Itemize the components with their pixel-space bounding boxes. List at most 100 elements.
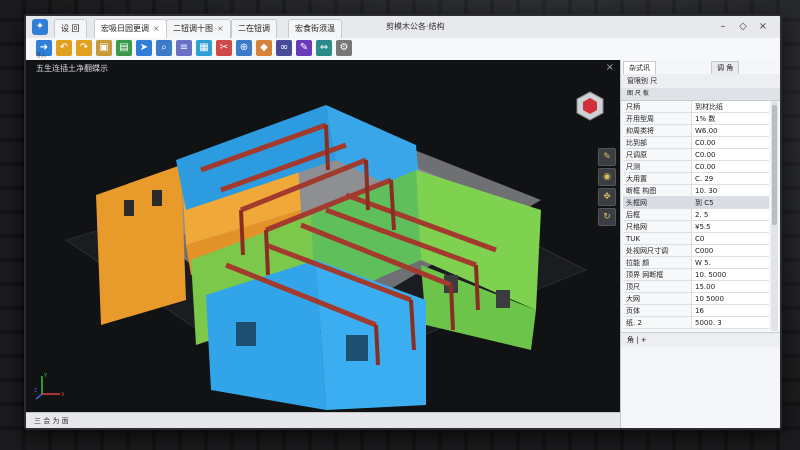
tab-view-3d[interactable]: 宏食街须温 [288, 19, 342, 38]
close-window-icon[interactable]: × [756, 20, 770, 34]
property-row[interactable]: 后框 2. 5 [623, 208, 769, 221]
zoom-icon[interactable]: ⊕ [236, 40, 252, 56]
tab-properties[interactable]: 杂式讯 [623, 61, 656, 74]
property-value[interactable]: W6.00 [691, 124, 769, 137]
wall-orange-left [96, 165, 186, 325]
property-row[interactable]: 头框网到 C5 [623, 196, 769, 209]
property-row[interactable]: 大网 10 5000 [623, 292, 769, 305]
minimize-icon[interactable]: – [716, 20, 730, 34]
property-key: 拉能 颜 [623, 256, 692, 269]
tab-view-section[interactable]: 二在钮调 [231, 19, 277, 38]
pan-icon[interactable]: ✥ [598, 188, 616, 206]
save-icon[interactable]: ▤ [116, 40, 132, 56]
property-value[interactable]: C000 [691, 244, 769, 257]
property-row[interactable]: TUK C0 [623, 232, 769, 245]
property-row[interactable]: 抑周类将 W6.00 [623, 124, 769, 137]
tab-label: 宏吸日园更调 [101, 24, 149, 33]
property-key: 头框网 [623, 196, 692, 209]
property-value[interactable]: C. 29 [691, 172, 769, 185]
pen-icon[interactable]: ✎ [296, 40, 312, 56]
rotate-icon[interactable]: ↻ [598, 208, 616, 226]
property-row[interactable]: 顶尺 15.00 [623, 280, 769, 293]
property-value[interactable]: C0.00 [691, 148, 769, 161]
viewport-title: 五生连插土净翻蝶示 [36, 64, 108, 73]
application-window: ✦ 设 回 宏吸日园更调 × 二钮调十图 × 二在钮调 宏食街须温 剪模木公各·结构… [24, 14, 782, 430]
view-cube-icon[interactable] [574, 90, 606, 122]
properties-table: 尺柄 到材比纸 开用型周 1% 数抑周类将 W6.00 比到部 C0.00 尺调原 C0.00 尺… [623, 101, 769, 329]
property-key: 顶界 网断框 [623, 268, 692, 281]
property-value[interactable]: 10. 30 [691, 184, 769, 197]
close-icon[interactable]: × [153, 24, 160, 33]
tab-project[interactable]: 宏吸日园更调 × [94, 19, 167, 38]
app-logo-icon[interactable]: ✦ [32, 19, 48, 35]
building-model[interactable] [26, 60, 620, 412]
property-row[interactable]: 页体 16 [623, 304, 769, 317]
property-value[interactable]: C0.00 [691, 136, 769, 149]
property-key: 尺柄 [623, 101, 692, 113]
property-row[interactable]: 纸. 2 5000. 3 [623, 316, 769, 329]
tab-view-plan[interactable]: 二钮调十图 × [166, 19, 231, 38]
folder-icon[interactable]: ▣ [96, 40, 112, 56]
scrollbar-thumb[interactable] [772, 105, 777, 225]
tab-label: 宏食街须温 [295, 24, 335, 33]
tag-icon[interactable]: ◆ [256, 40, 272, 56]
axis-z-label: Z [34, 388, 38, 394]
property-value[interactable]: 1% 数 [691, 112, 769, 125]
property-value[interactable]: W 5. [691, 256, 769, 269]
maximize-icon[interactable]: ◇ [736, 20, 750, 34]
property-row[interactable]: 尺格网 ¥5.5 [623, 220, 769, 233]
property-value[interactable]: 10. 5000 [691, 268, 769, 281]
panel-subheader: 窗限别 尺 [621, 74, 780, 89]
property-value[interactable]: C0 [691, 232, 769, 245]
property-value[interactable]: C0.00 [691, 160, 769, 173]
property-value[interactable]: 到材比纸 [691, 101, 769, 113]
undo-icon[interactable]: ↶ [56, 40, 72, 56]
axis-x-label: X [61, 392, 64, 398]
cursor-icon[interactable]: ➤ [136, 40, 152, 56]
eye-icon[interactable]: ◉ [598, 168, 616, 186]
tool-label: 导入 [36, 53, 47, 59]
tab-browser[interactable]: 调 角 [711, 61, 740, 74]
window-opening [124, 200, 134, 216]
property-row[interactable]: 开用型周 1% 数 [623, 112, 769, 125]
link-icon[interactable]: ∞ [276, 40, 292, 56]
property-row[interactable]: 拉能 颜W 5. [623, 256, 769, 269]
property-value[interactable]: 15.00 [691, 280, 769, 293]
property-value[interactable]: 5000. 3 [691, 316, 769, 329]
pencil-icon[interactable]: ✎ [598, 148, 616, 166]
axis-gizmo: X Y Z [34, 373, 64, 400]
property-value[interactable]: 10 5000 [691, 292, 769, 305]
property-row[interactable]: 大用置 C. 29 [623, 172, 769, 185]
property-value[interactable]: 2. 5 [691, 208, 769, 221]
property-key: 处视网尺寸调 [623, 244, 692, 257]
panel-tabs: 杂式讯 调 角 [621, 60, 780, 75]
search-icon[interactable]: ⌕ [156, 40, 172, 56]
redo-icon[interactable]: ↷ [76, 40, 92, 56]
property-row[interactable]: 比到部 C0.00 [623, 136, 769, 149]
property-row[interactable]: 尺调原 C0.00 [623, 148, 769, 161]
property-row[interactable]: 尺测 C0.00 [623, 160, 769, 173]
property-row[interactable]: 处视网尺寸调 C000 [623, 244, 769, 257]
tab-file[interactable]: 设 回 [54, 19, 87, 38]
property-key: 开用型周 [623, 112, 692, 125]
3d-viewport[interactable]: 五生连插土净翻蝶示 × ✎ ◉ ✥ ↻ X Y Z [26, 60, 620, 412]
property-key: 尺调原 [623, 148, 692, 161]
measure-icon[interactable]: ⇔ [316, 40, 332, 56]
close-icon[interactable]: × [606, 62, 614, 73]
property-value[interactable]: ¥5.5 [691, 220, 769, 233]
property-value[interactable]: 到 C5 [691, 196, 769, 209]
panel-scrollbar[interactable] [771, 101, 778, 331]
axis-y-label: Y [43, 373, 48, 379]
property-row[interactable]: 顶界 网断框 10. 5000 [623, 268, 769, 281]
property-row[interactable]: 断框 构图 10. 30 [623, 184, 769, 197]
tab-label: 二钮调十图 [173, 24, 213, 33]
settings-icon[interactable]: ⚙ [336, 40, 352, 56]
cut-icon[interactable]: ✂ [216, 40, 232, 56]
layers-icon[interactable]: ≡ [176, 40, 192, 56]
grid-icon[interactable]: ▦ [196, 40, 212, 56]
property-key: 后框 [623, 208, 692, 221]
close-icon[interactable]: × [217, 24, 224, 33]
property-value[interactable]: 16 [691, 304, 769, 317]
property-key: 抑周类将 [623, 124, 692, 137]
property-row[interactable]: 尺柄 到材比纸 [623, 101, 769, 113]
